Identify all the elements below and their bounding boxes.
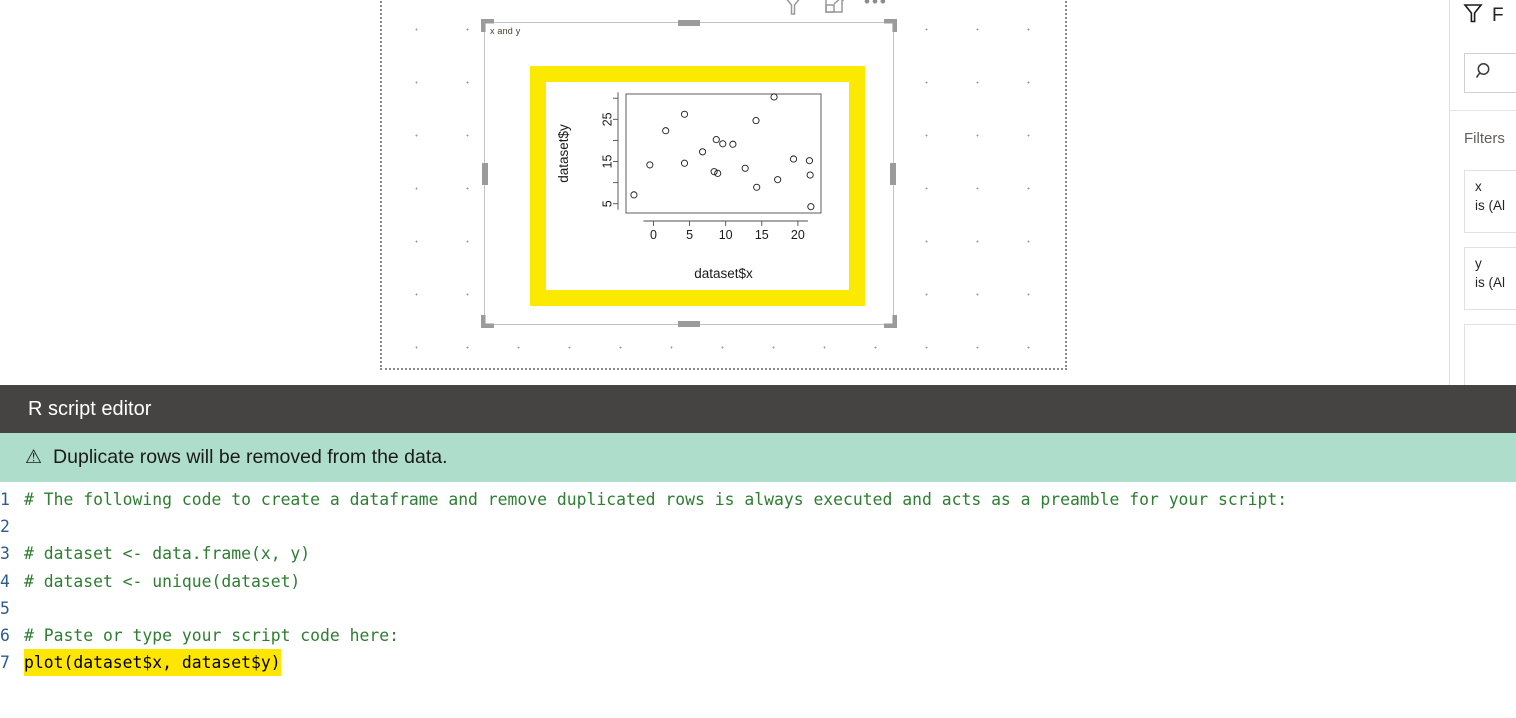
r-plot-canvas: 0 5 10 15 20 5 15 25 dataset$x dataset$y [546,82,849,290]
scatter-point [807,203,815,211]
r-visual-container[interactable]: x and y 0 5 10 15 20 5 15 25 dataset$x dataset$y [481,19,897,328]
filter-icon[interactable] [780,0,806,18]
scatter-point [630,191,638,199]
r-script-editor: R script editor ⚠ Duplicate rows will be… [0,385,1516,718]
y-axis-title: dataset$y [556,124,571,183]
line-number: 4 [0,571,10,591]
scatter-point [719,140,727,148]
y-tick-label: 15 [600,155,614,169]
app-root: ••• x and y 0 5 10 15 20 5 15 25 dataset$x datase… [0,0,1516,718]
scatter-point [662,127,670,135]
resize-handle-left[interactable] [482,162,488,185]
y-tick-label: 5 [600,200,614,207]
scatter-point [770,93,778,101]
scatter-point [774,176,782,184]
filters-divider [1450,110,1516,111]
code-line: 7 plot(dataset$x, dataset$y) [0,649,1516,677]
r-plot-highlight-border: 0 5 10 15 20 5 15 25 dataset$x dataset$y [530,66,865,306]
scatter-point [699,148,707,156]
resize-handle-top[interactable] [678,20,700,26]
line-number: 6 [0,625,10,645]
filter-card-y[interactable]: y is (Al [1464,247,1516,310]
code-line: 4 # dataset <- unique(dataset) [0,568,1516,595]
x-tick-label: 0 [650,228,657,242]
warning-icon: ⚠ [25,447,43,468]
scatter-point [680,159,689,167]
focus-mode-icon[interactable] [822,0,848,18]
code-text: # The following code to create a datafra… [24,490,1288,509]
resize-handle-bottom[interactable] [678,321,700,327]
duplicate-rows-warning: ⚠ Duplicate rows will be removed from th… [0,433,1516,482]
x-tick-label: 20 [791,228,805,242]
scatter-point [752,117,760,125]
scatter-point [714,169,722,177]
report-canvas: ••• x and y 0 5 10 15 20 5 15 25 dataset$x datase… [0,0,1448,385]
warning-text: Duplicate rows will be removed from the … [53,446,448,468]
search-icon [1475,61,1495,86]
scatter-point [710,168,718,176]
scatter-point [741,164,749,172]
filters-pane-title: F [1492,4,1504,26]
filters-search-input[interactable] [1464,53,1516,93]
resize-handle-top-right[interactable] [884,19,897,32]
code-text: # dataset <- unique(dataset) [24,571,301,591]
line-number: 3 [0,544,10,564]
r-script-editor-header: R script editor [0,385,1516,433]
scatter-plot: 0 5 10 15 20 5 15 25 dataset$x dataset$y [556,92,822,281]
code-line: 1 # The following code to create a datafr… [0,486,1516,513]
code-line: 6 # Paste or type your script code here: [0,622,1516,649]
x-axis-title: dataset$x [694,266,753,281]
visual-title: x and y [490,26,521,36]
filter-card-state: is (Al [1475,275,1505,290]
scatter-point [712,136,720,144]
r-script-editor-title: R script editor [28,397,152,420]
code-text: # dataset <- data.frame(x, y) [24,544,311,564]
scatter-point [790,155,798,163]
code-text: # Paste or type your script code here: [24,625,399,645]
scatter-point [680,110,689,118]
scatter-point [753,183,761,191]
more-options-icon[interactable]: ••• [864,0,890,18]
code-line: 3 # dataset <- data.frame(x, y) [0,540,1516,567]
code-line: 5 [0,595,1516,622]
y-tick-label: 25 [600,112,614,126]
scatter-point [646,161,654,169]
scatter-point [805,157,813,165]
code-line: 2 [0,513,1516,540]
filter-card-field-name: x [1475,179,1482,194]
scatter-point [806,171,814,179]
filters-section-label: Filters [1464,130,1505,147]
resize-handle-bottom-right[interactable] [884,315,897,328]
resize-handle-bottom-left[interactable] [481,315,494,328]
filters-pane-header: F [1462,2,1504,29]
filter-card-x[interactable]: x is (Al [1464,170,1516,233]
line-number: 1 [0,490,10,509]
line-number: 7 [0,653,10,673]
filter-drop-zone[interactable] [1464,324,1516,385]
scatter-point [729,140,737,148]
resize-handle-right[interactable] [890,162,896,185]
visual-header-toolbar: ••• [780,0,900,18]
filters-funnel-icon [1462,2,1484,29]
filter-card-field-name: y [1475,256,1482,271]
filters-pane: F Filters x is (Al y is (Al [1449,0,1516,385]
x-tick-label: 10 [719,228,733,242]
line-number: 5 [0,598,10,618]
filter-card-state: is (Al [1475,198,1505,213]
code-text: plot(dataset$x, dataset$y) [24,649,281,677]
line-number: 2 [0,517,10,537]
x-tick-label: 15 [755,228,769,242]
x-tick-label: 5 [686,228,693,242]
code-editor-textarea[interactable]: 1 # The following code to create a datafr… [0,482,1516,677]
